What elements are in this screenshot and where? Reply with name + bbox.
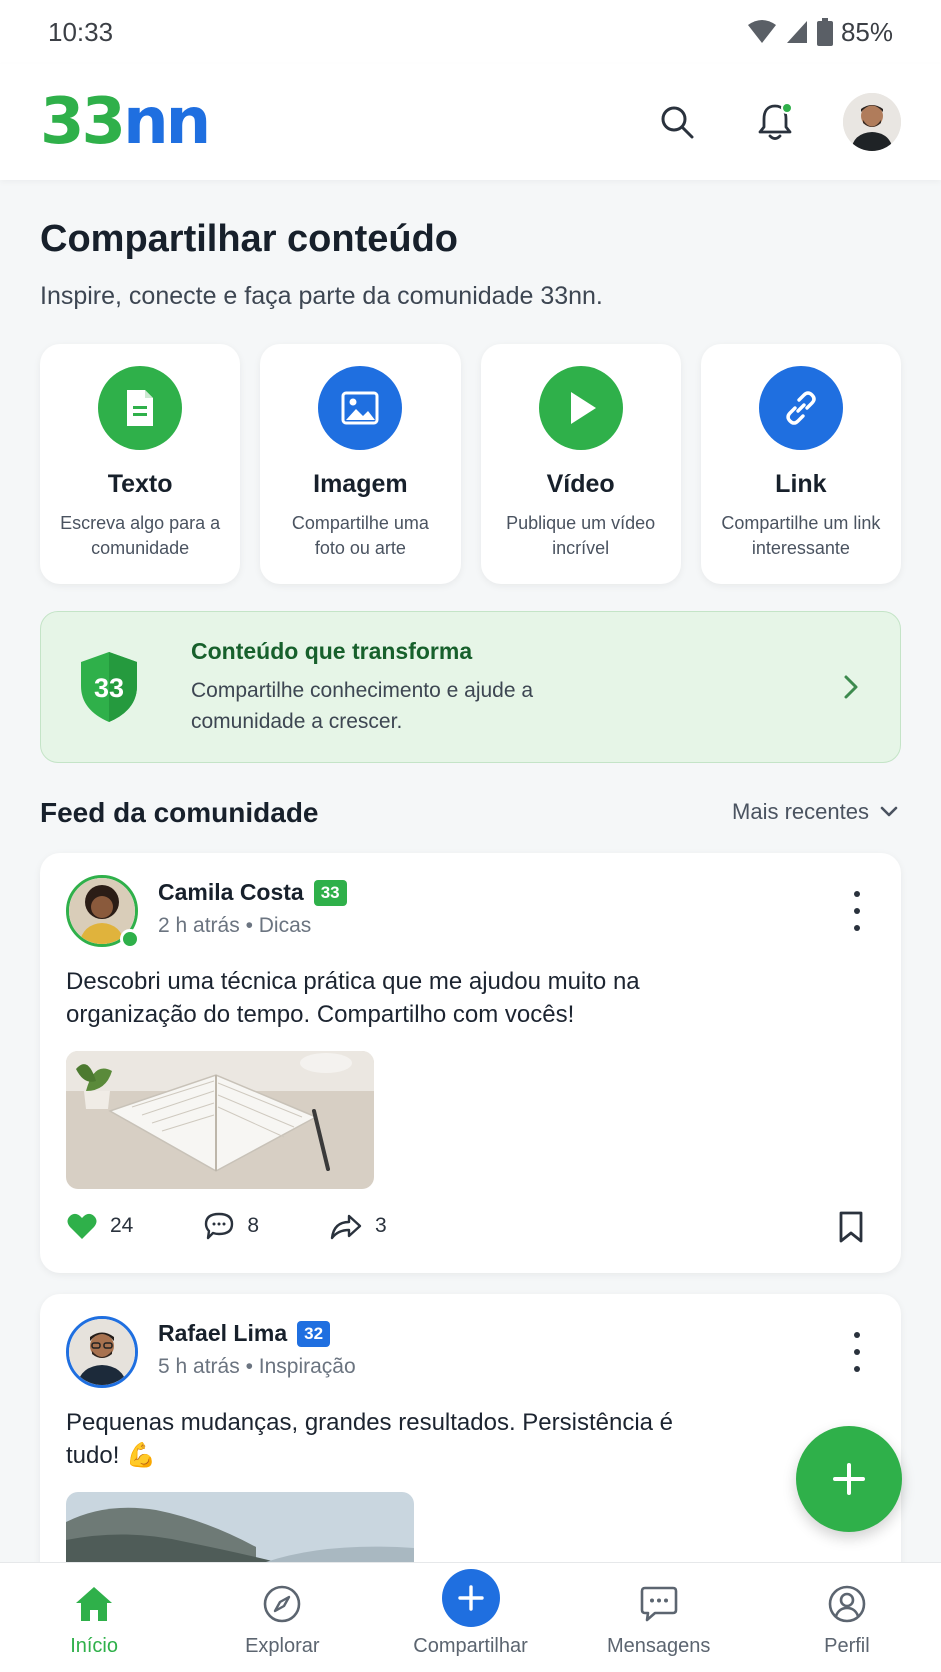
feed-sort-dropdown[interactable]: Mais recentes: [732, 799, 899, 825]
type-desc: Publique um vídeo incrível: [506, 513, 656, 558]
profile-icon: [828, 1585, 866, 1623]
share-button[interactable]: 3: [329, 1212, 387, 1240]
nav-label: Compartilhar: [413, 1635, 528, 1657]
plus-icon: [833, 1463, 865, 1495]
signal-icon: [786, 21, 807, 43]
new-post-fab[interactable]: [796, 1426, 902, 1532]
document-icon: [98, 366, 183, 450]
heart-icon: [67, 1213, 97, 1239]
post-actions: 24 8 3: [66, 1211, 387, 1241]
nav-label: Perfil: [824, 1635, 870, 1657]
nav-label: Início: [70, 1635, 118, 1657]
type-card-link[interactable]: Link Compartilhe um link interessante: [700, 344, 901, 584]
online-indicator: [120, 929, 140, 949]
shield-badge-text: 33: [94, 673, 124, 703]
user-avatar[interactable]: [843, 93, 901, 151]
type-desc: Compartilhe um link interessante: [721, 513, 881, 558]
post-image-notebook[interactable]: [66, 1051, 374, 1189]
post-meta: 5 h atrás • Inspiração: [158, 1355, 356, 1378]
notification-dot: [781, 102, 793, 114]
type-name: Vídeo: [546, 470, 615, 498]
like-button[interactable]: 24: [66, 1211, 133, 1241]
type-card-video[interactable]: Vídeo Publique um vídeo incrível: [480, 344, 681, 584]
wifi-icon: [747, 20, 776, 43]
type-name: Texto: [107, 470, 173, 498]
post-meta: 2 h atrás • Dicas: [158, 914, 312, 937]
notifications-button[interactable]: [745, 92, 805, 152]
level-badge: 33: [313, 879, 347, 906]
share-count: 3: [375, 1214, 387, 1237]
author-name[interactable]: Camila Costa: [158, 879, 304, 906]
comment-icon: [205, 1212, 234, 1240]
post-text: Pequenas mudanças, grandes resultados. P…: [66, 1409, 674, 1469]
share-title: Compartilhar conteúdo: [40, 218, 459, 260]
logo-part-nn: nn: [123, 85, 211, 159]
type-desc: Compartilhe uma foto ou arte: [291, 513, 429, 558]
type-card-imagem[interactable]: Imagem Compartilhe uma foto ou arte: [260, 344, 461, 584]
feed-sort-label: Mais recentes: [732, 799, 869, 824]
image-icon: [318, 366, 403, 450]
post-text: Descobri uma técnica prática que me ajud…: [66, 968, 640, 1028]
nav-item-mensagens[interactable]: Mensagens: [565, 1563, 753, 1672]
post-image-mountain[interactable]: [66, 1492, 414, 1562]
search-icon: [661, 106, 694, 139]
chevron-down-icon: [880, 806, 898, 817]
nav-item-inicio[interactable]: Início: [0, 1563, 188, 1672]
play-icon: [538, 366, 623, 450]
promo-banner[interactable]: 33 Conteúdo que transforma Compartilhe c…: [40, 611, 901, 763]
compass-icon: [263, 1585, 301, 1623]
app-logo[interactable]: 33 nn: [40, 85, 211, 159]
type-name: Imagem: [313, 470, 408, 498]
shield-badge-icon: 33: [81, 652, 137, 722]
like-count: 24: [110, 1214, 134, 1237]
status-icons: 85%: [747, 17, 893, 48]
post-card: Camila Costa 33 2 h atrás • Dicas Descob…: [40, 853, 901, 1273]
comment-count: 8: [247, 1214, 260, 1237]
compose-button[interactable]: [441, 1569, 500, 1627]
nav-item-compartilhar[interactable]: Compartilhar: [376, 1563, 564, 1672]
nav-item-perfil[interactable]: Perfil: [753, 1563, 941, 1672]
type-desc: Escreva algo para a comunidade: [60, 513, 221, 558]
app-header: 33 nn: [0, 64, 941, 180]
level-badge: 32: [297, 1320, 331, 1347]
post-more-menu[interactable]: [847, 1332, 867, 1372]
link-icon: [758, 366, 843, 450]
battery-icon: [816, 18, 833, 46]
post-time: 5 h atrás: [158, 1355, 240, 1378]
chat-icon: [640, 1586, 678, 1622]
battery-percent: 85%: [840, 16, 893, 47]
home-icon: [76, 1587, 113, 1621]
search-button[interactable]: [647, 92, 707, 152]
post-more-menu[interactable]: [847, 891, 867, 931]
comment-button[interactable]: 8: [203, 1211, 259, 1241]
logo-part-33: 33: [40, 85, 126, 159]
status-time: 10:33: [48, 16, 114, 47]
nav-label: Explorar: [245, 1635, 320, 1657]
promo-desc: Compartilhe conhecimento e ajude a comun…: [191, 678, 534, 733]
bookmark-button[interactable]: [837, 1210, 865, 1249]
chevron-right-icon: [844, 675, 858, 699]
author-avatar[interactable]: [66, 1316, 138, 1388]
content-type-cards: Texto Escreva algo para a comunidade Ima…: [40, 344, 901, 584]
share-subtitle: Inspire, conecte e faça parte da comunid…: [40, 282, 603, 310]
bookmark-icon: [839, 1211, 863, 1243]
post-category[interactable]: Dicas: [259, 914, 312, 937]
feed-title: Feed da comunidade: [40, 797, 319, 828]
promo-title: Conteúdo que transforma: [191, 637, 473, 664]
author-name[interactable]: Rafael Lima: [158, 1320, 287, 1347]
post-category[interactable]: Inspiração: [259, 1355, 356, 1378]
type-name: Link: [775, 470, 827, 498]
post-time: 2 h atrás: [158, 914, 240, 937]
plus-icon: [457, 1585, 484, 1611]
status-bar: 10:33 85%: [0, 0, 941, 64]
share-arrow-icon: [330, 1214, 362, 1240]
nav-item-explorar[interactable]: Explorar: [188, 1563, 376, 1672]
bottom-nav: Início Explorar Compartilhar Mensagens P…: [0, 1562, 941, 1672]
type-card-texto[interactable]: Texto Escreva algo para a comunidade: [40, 344, 241, 584]
nav-label: Mensagens: [607, 1635, 711, 1657]
